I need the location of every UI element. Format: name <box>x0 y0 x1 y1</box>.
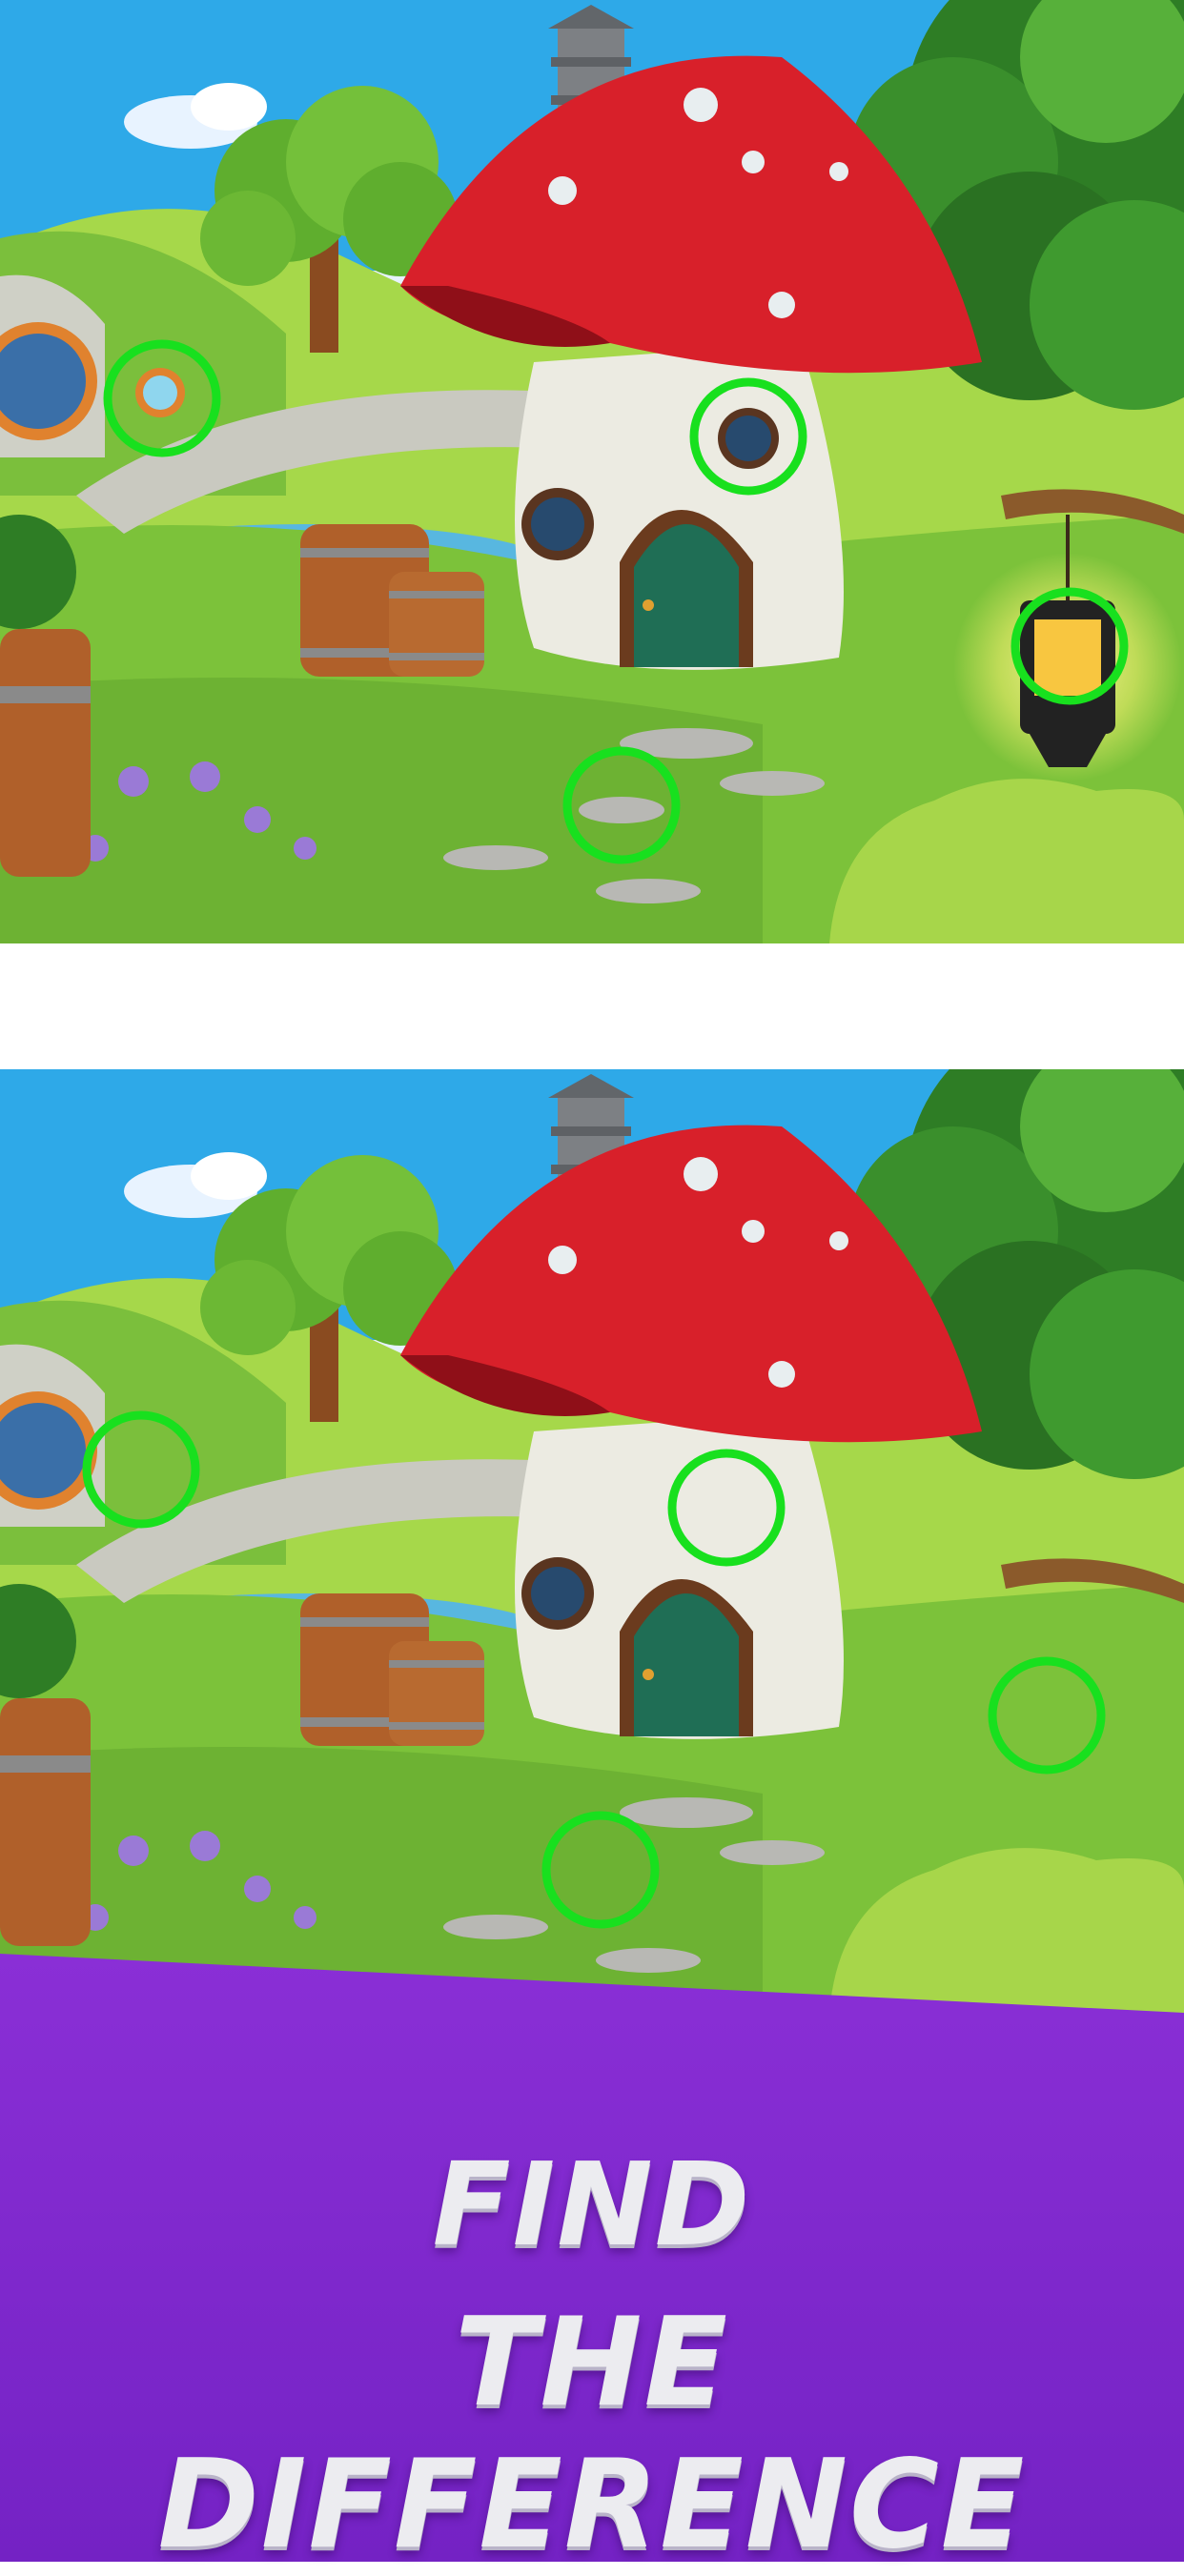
game-title-line-2: THE DIFFERENCE <box>157 2292 1027 2576</box>
scene-image-top[interactable] <box>0 0 1184 943</box>
scene-panel-bottom[interactable] <box>0 1069 1184 2013</box>
mushroom-side-window <box>521 488 594 560</box>
stepping-stone-difference <box>579 797 664 823</box>
hobbit-round-window <box>135 368 185 417</box>
mushroom-side-window <box>521 1557 594 1630</box>
panel-separator <box>0 943 1184 1069</box>
game-title-line-1: FIND <box>432 2140 752 2272</box>
scene-image-bottom[interactable] <box>0 1069 1184 2013</box>
mushroom-upper-window <box>718 408 779 469</box>
barrel <box>389 572 484 677</box>
barrel <box>389 1641 484 1746</box>
scene-panel-top[interactable] <box>0 0 1184 943</box>
